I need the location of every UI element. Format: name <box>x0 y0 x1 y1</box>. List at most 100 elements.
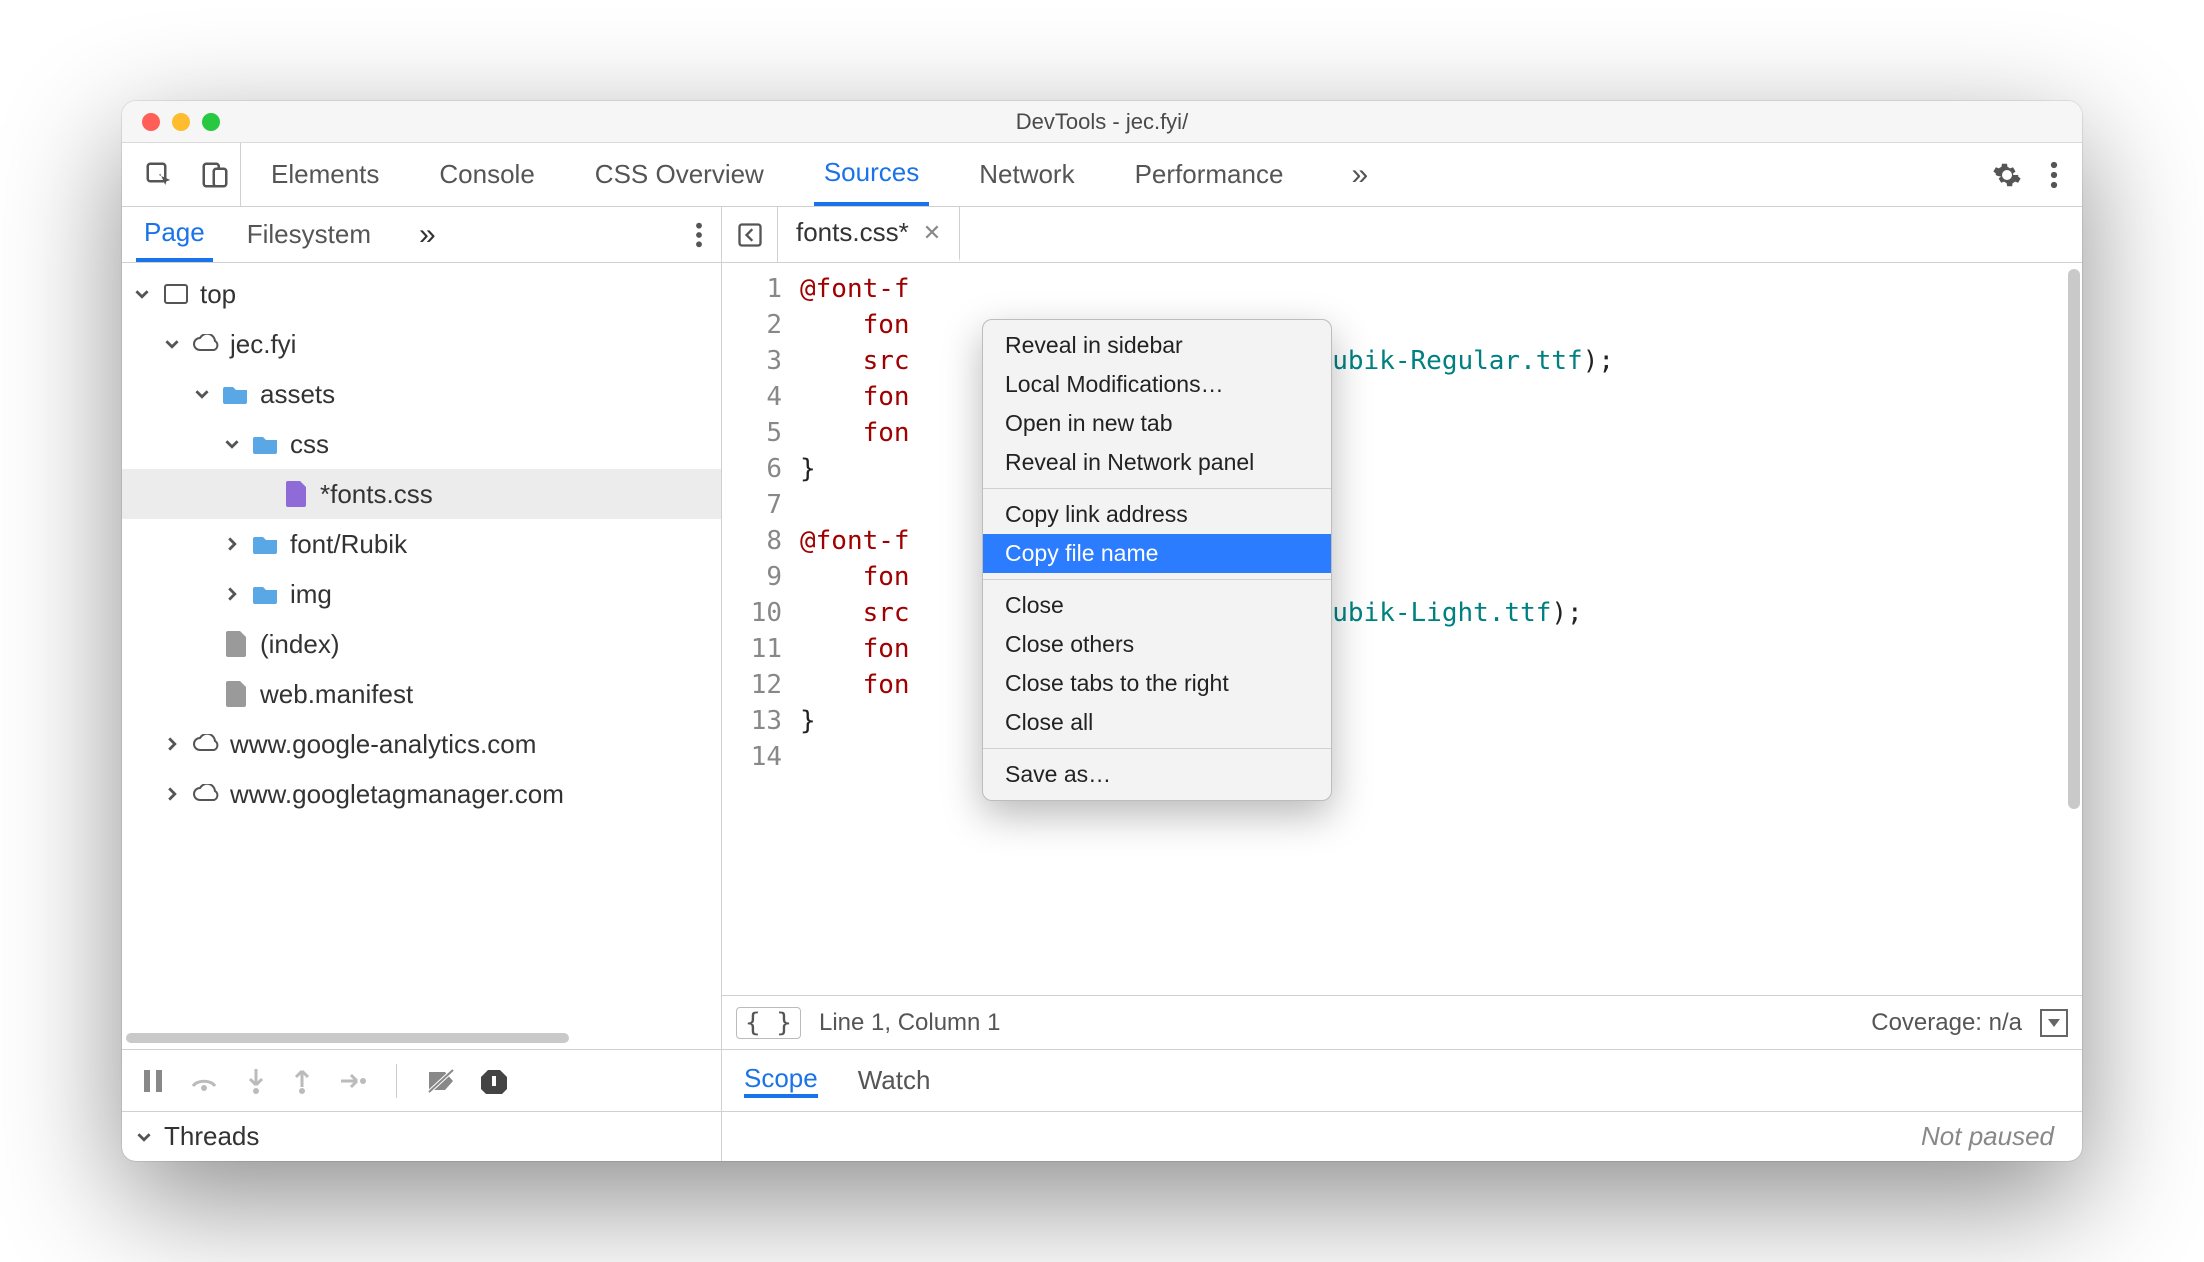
step-out-icon[interactable] <box>292 1067 312 1095</box>
line-gutter: 1234567891011121314 <box>722 263 792 995</box>
navigator-overflow-icon[interactable]: » <box>405 207 450 262</box>
menu-close-others[interactable]: Close others <box>983 625 1331 664</box>
menu-separator <box>983 488 1331 489</box>
menu-close-all[interactable]: Close all <box>983 703 1331 742</box>
navigator-tab-filesystem[interactable]: Filesystem <box>239 207 379 262</box>
tree-item-gtm[interactable]: www.googletagmanager.com <box>122 769 721 819</box>
menu-reveal-network[interactable]: Reveal in Network panel <box>983 443 1331 482</box>
folder-icon <box>252 430 280 458</box>
tab-css-overview[interactable]: CSS Overview <box>585 143 774 206</box>
tree-label: (index) <box>260 629 339 660</box>
debugger-bar: Scope Watch <box>122 1049 2082 1111</box>
scope-status-text: Not paused <box>1921 1121 2054 1152</box>
menu-save-as[interactable]: Save as… <box>983 755 1331 794</box>
menu-close-right[interactable]: Close tabs to the right <box>983 664 1331 703</box>
menu-reveal-sidebar[interactable]: Reveal in sidebar <box>983 326 1331 365</box>
deactivate-breakpoints-icon[interactable] <box>427 1068 455 1094</box>
chevron-right-icon <box>162 787 182 801</box>
chevron-right-icon <box>222 537 242 551</box>
tab-sources[interactable]: Sources <box>814 143 929 206</box>
stylesheet-icon <box>282 480 310 508</box>
pause-icon[interactable] <box>142 1068 164 1094</box>
tree-item-assets[interactable]: assets <box>122 369 721 419</box>
menu-close[interactable]: Close <box>983 586 1331 625</box>
close-tab-icon[interactable]: ✕ <box>923 220 941 246</box>
menu-separator <box>983 579 1331 580</box>
menu-local-modifications[interactable]: Local Modifications… <box>983 365 1331 404</box>
navigator-sidebar: top jec.fyi assets css <box>122 263 722 1049</box>
panel-tabs: Elements Console CSS Overview Sources Ne… <box>241 143 1968 206</box>
scope-status: Not paused <box>722 1112 2082 1161</box>
menu-copy-file-name[interactable]: Copy file name <box>983 534 1331 573</box>
cloud-icon <box>192 330 220 358</box>
tree-item-top[interactable]: top <box>122 269 721 319</box>
step-into-icon[interactable] <box>246 1067 266 1095</box>
coverage-details-button[interactable] <box>2040 1009 2068 1037</box>
tree-label: web.manifest <box>260 679 413 710</box>
cursor-position: Line 1, Column 1 <box>819 1009 1000 1037</box>
tab-elements[interactable]: Elements <box>261 143 389 206</box>
file-icon <box>222 630 250 658</box>
code-editor[interactable]: 1234567891011121314 @font-f fon src Rubi… <box>722 263 2082 995</box>
device-toggle-icon[interactable] <box>200 160 230 190</box>
tab-network[interactable]: Network <box>969 143 1084 206</box>
cloud-icon <box>192 730 220 758</box>
step-icon[interactable] <box>338 1070 366 1092</box>
inspect-icon[interactable] <box>144 160 174 190</box>
threads-header[interactable]: Threads <box>122 1112 722 1161</box>
tree-item-ga[interactable]: www.google-analytics.com <box>122 719 721 769</box>
top-toolbar: Elements Console CSS Overview Sources Ne… <box>122 143 2082 207</box>
titlebar: DevTools - jec.fyi/ <box>122 101 2082 143</box>
editor-statusbar: { } Line 1, Column 1 Coverage: n/a <box>722 995 2082 1049</box>
tree-item-webmanifest[interactable]: web.manifest <box>122 669 721 719</box>
chevron-down-icon <box>192 387 212 401</box>
editor-vertical-scrollbar[interactable] <box>2064 263 2082 995</box>
toggle-navigator-icon[interactable] <box>722 207 778 262</box>
navigator-menu-icon[interactable] <box>677 207 721 262</box>
frame-icon <box>162 280 190 308</box>
tabs-overflow-icon[interactable]: » <box>1333 143 1386 206</box>
tree-item-css[interactable]: css <box>122 419 721 469</box>
folder-icon <box>252 530 280 558</box>
tab-watch[interactable]: Watch <box>858 1063 931 1098</box>
tree-item-jecfyi[interactable]: jec.fyi <box>122 319 721 369</box>
debugger-controls <box>122 1050 722 1111</box>
navigator-tab-page[interactable]: Page <box>136 207 213 262</box>
sidebar-horizontal-scrollbar[interactable] <box>126 1031 717 1045</box>
pretty-print-button[interactable]: { } <box>736 1007 801 1039</box>
pause-on-exceptions-icon[interactable] <box>481 1068 507 1094</box>
chevron-down-icon <box>132 287 152 301</box>
tree-label: assets <box>260 379 335 410</box>
menu-open-new-tab[interactable]: Open in new tab <box>983 404 1331 443</box>
gear-icon[interactable] <box>1992 160 2022 190</box>
menu-copy-link[interactable]: Copy link address <box>983 495 1331 534</box>
chevron-down-icon <box>134 1130 154 1144</box>
tree-label: img <box>290 579 332 610</box>
editor-tabbar: fonts.css* ✕ <box>722 207 2082 262</box>
tree-label: *fonts.css <box>320 479 433 510</box>
debugger-tabs: Scope Watch <box>722 1063 2082 1098</box>
tree-item-font-rubik[interactable]: font/Rubik <box>122 519 721 569</box>
devtools-window: DevTools - jec.fyi/ Elements Console CSS… <box>122 101 2082 1161</box>
tree-item-index[interactable]: (index) <box>122 619 721 669</box>
tab-console[interactable]: Console <box>429 143 544 206</box>
navigator-tabs: Page Filesystem » <box>122 207 722 262</box>
tree-item-fonts-css[interactable]: *fonts.css <box>122 469 721 519</box>
chevron-right-icon <box>222 587 242 601</box>
step-over-icon[interactable] <box>190 1068 220 1094</box>
bottom-row: Threads Not paused <box>122 1111 2082 1161</box>
tree-label: font/Rubik <box>290 529 407 560</box>
tab-scope[interactable]: Scope <box>744 1063 818 1098</box>
tab-performance[interactable]: Performance <box>1125 143 1294 206</box>
file-tab-fonts-css[interactable]: fonts.css* ✕ <box>778 207 960 262</box>
kebab-menu-icon[interactable] <box>2050 160 2058 190</box>
coverage-status: Coverage: n/a <box>1871 1009 2022 1037</box>
file-tree[interactable]: top jec.fyi assets css <box>122 263 721 1031</box>
tree-label: www.googletagmanager.com <box>230 779 564 810</box>
tree-label: www.google-analytics.com <box>230 729 536 760</box>
editor-panel: 1234567891011121314 @font-f fon src Rubi… <box>722 263 2082 1049</box>
threads-label: Threads <box>164 1121 259 1152</box>
context-menu: Reveal in sidebar Local Modifications… O… <box>982 319 1332 801</box>
tree-item-img[interactable]: img <box>122 569 721 619</box>
file-tab-label: fonts.css* <box>796 217 909 248</box>
